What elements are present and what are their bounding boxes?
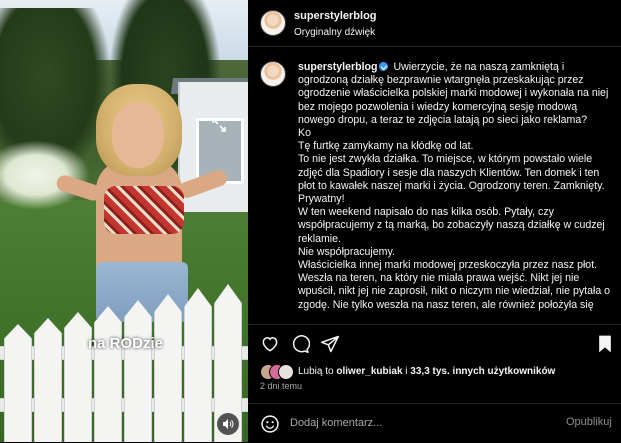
post-sidebar: superstylerblog Oryginalny dźwięk supers… xyxy=(248,0,621,442)
emoji-icon[interactable] xyxy=(260,414,280,434)
post-timestamp[interactable]: 2 dni temu xyxy=(260,381,302,391)
caption-line: Nie współpracujemy. xyxy=(298,245,395,258)
audio-label[interactable]: Oryginalny dźwięk xyxy=(294,27,375,38)
caption-line: Ko xyxy=(298,127,311,140)
bookmark-icon[interactable] xyxy=(596,334,616,354)
comment-input[interactable] xyxy=(290,415,550,431)
likes-row: Lubią to oliwer_kubiak i 33,3 tys. innyc… xyxy=(248,362,621,382)
heart-icon[interactable] xyxy=(260,334,280,354)
caption-area: superstylerblog Uwierzycie, że na naszą … xyxy=(248,47,621,322)
post-comment-button[interactable]: Opublikuj xyxy=(566,416,612,428)
comment-icon[interactable] xyxy=(290,334,311,354)
speaker-icon[interactable] xyxy=(217,413,239,435)
post-header: superstylerblog Oryginalny dźwięk xyxy=(248,0,621,47)
caption-text: superstylerblog Uwierzycie, że na naszą … xyxy=(298,61,611,312)
avatar xyxy=(278,364,294,380)
author-username[interactable]: superstylerblog xyxy=(294,10,377,22)
action-bar xyxy=(248,324,621,363)
video-caption-overlay: na RODzie xyxy=(88,335,164,352)
instagram-post-view: na RODzie superstylerblog Oryginalny dźw… xyxy=(0,0,621,442)
caption-line: To nie jest zwykła działka. To miejsce, … xyxy=(298,153,605,206)
liker-avatars xyxy=(260,364,296,380)
verified-badge-icon xyxy=(379,62,389,71)
likes-count[interactable]: 33,3 tys. innych użytkowników xyxy=(410,366,555,377)
caption-line: Tę furtkę zamykamy na kłódkę od lat. xyxy=(298,140,474,153)
caption-line: W ten weekend napisało do nas kilka osób… xyxy=(298,206,605,245)
likes-summary[interactable]: Lubią to oliwer_kubiak i 33,3 tys. innyc… xyxy=(298,366,555,377)
reel-video[interactable]: na RODzie xyxy=(0,0,248,442)
avatar[interactable] xyxy=(260,61,286,87)
liker-username[interactable]: oliwer_kubiak xyxy=(336,366,402,377)
avatar[interactable] xyxy=(260,10,286,36)
send-icon[interactable] xyxy=(320,334,340,354)
white-fence xyxy=(0,284,248,442)
caption-line: Właścicielka innej marki modowej przesko… xyxy=(298,259,611,311)
caption-username[interactable]: superstylerblog xyxy=(298,61,377,73)
collapse-arrow-icon[interactable] xyxy=(210,116,228,134)
comment-bar: Opublikuj xyxy=(248,403,621,443)
